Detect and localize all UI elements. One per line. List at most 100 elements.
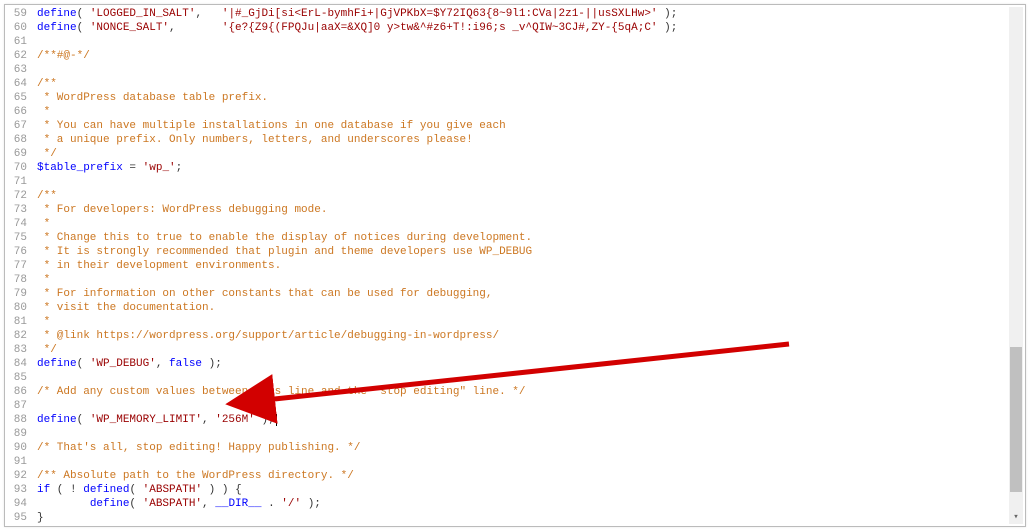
code-line[interactable]: * It is strongly recommended that plugin… (37, 245, 1021, 259)
code-line[interactable]: */ (37, 147, 1021, 161)
code-token: } (37, 512, 44, 524)
code-token: /* That's all, stop editing! Happy publi… (37, 442, 360, 454)
code-line[interactable]: * WordPress database table prefix. (37, 91, 1021, 105)
code-token: * For developers: WordPress debugging mo… (37, 204, 327, 216)
code-line[interactable]: /** (37, 77, 1021, 91)
code-token: ( (77, 414, 90, 426)
code-token: * It is strongly recommended that plugin… (37, 246, 532, 258)
code-token: define (37, 358, 77, 370)
code-token: false (169, 358, 202, 370)
line-number: 69 (9, 147, 27, 161)
code-line[interactable]: define( 'LOGGED_IN_SALT', '|#_GjDi[si<Er… (37, 7, 1021, 21)
scrollbar-track[interactable] (1009, 7, 1023, 510)
line-number: 76 (9, 245, 27, 259)
code-line[interactable]: /** Absolute path to the WordPress direc… (37, 469, 1021, 483)
code-line[interactable] (37, 371, 1021, 385)
code-token: define (37, 22, 77, 34)
code-line[interactable] (37, 525, 1021, 526)
code-line[interactable]: * You can have multiple installations in… (37, 119, 1021, 133)
code-token: * WordPress database table prefix. (37, 92, 268, 104)
line-number: 80 (9, 301, 27, 315)
code-line[interactable]: * (37, 217, 1021, 231)
line-number: 95 (9, 511, 27, 525)
code-line[interactable]: * Change this to true to enable the disp… (37, 231, 1021, 245)
code-line[interactable]: define( 'WP_DEBUG', false ); (37, 357, 1021, 371)
line-number: 84 (9, 357, 27, 371)
code-line[interactable]: define( 'NONCE_SALT', '{e?{Z9{(FPQJu|aaX… (37, 21, 1021, 35)
line-number: 62 (9, 49, 27, 63)
line-number: 79 (9, 287, 27, 301)
code-token: */ (37, 148, 57, 160)
code-line[interactable]: define( 'WP_MEMORY_LIMIT', '256M' ); (37, 413, 1021, 427)
line-number: 72 (9, 189, 27, 203)
code-line[interactable]: define( 'ABSPATH', __DIR__ . '/' ); (37, 497, 1021, 511)
code-token: * (37, 106, 50, 118)
code-line[interactable]: * in their development environments. (37, 259, 1021, 273)
code-line[interactable]: * a unique prefix. Only numbers, letters… (37, 133, 1021, 147)
code-token: * You can have multiple installations in… (37, 120, 506, 132)
scrollbar-thumb[interactable] (1010, 347, 1022, 492)
code-line[interactable] (37, 175, 1021, 189)
line-number: 68 (9, 133, 27, 147)
code-line[interactable] (37, 35, 1021, 49)
code-line[interactable]: * For information on other constants tha… (37, 287, 1021, 301)
code-token: 'wp_' (143, 162, 176, 174)
code-line[interactable]: /* Add any custom values between this li… (37, 385, 1021, 399)
code-line[interactable] (37, 399, 1021, 413)
code-line[interactable]: $table_prefix = 'wp_'; (37, 161, 1021, 175)
code-token: '|#_GjDi[si<ErL-bymhFi+|GjVPKbX=$Y72IQ63… (222, 8, 658, 20)
code-token: 'ABSPATH' (143, 484, 202, 496)
line-number: 94 (9, 497, 27, 511)
code-token: * (37, 316, 50, 328)
code-line[interactable]: * (37, 105, 1021, 119)
code-line[interactable]: /**#@-*/ (37, 49, 1021, 63)
code-token: ( (77, 358, 90, 370)
code-line[interactable]: /* That's all, stop editing! Happy publi… (37, 441, 1021, 455)
line-number: 89 (9, 427, 27, 441)
code-line[interactable]: if ( ! defined( 'ABSPATH' ) ) { (37, 483, 1021, 497)
code-line[interactable]: * For developers: WordPress debugging mo… (37, 203, 1021, 217)
line-number: 75 (9, 231, 27, 245)
line-number: 88 (9, 413, 27, 427)
code-token: 'NONCE_SALT' (90, 22, 169, 34)
code-token: * For information on other constants tha… (37, 288, 492, 300)
text-cursor (276, 414, 277, 426)
line-number: 71 (9, 175, 27, 189)
code-line[interactable]: * visit the documentation. (37, 301, 1021, 315)
code-editor[interactable]: 5960616263646566676869707172737475767778… (4, 4, 1026, 527)
code-token: define (37, 414, 77, 426)
code-line[interactable]: * (37, 315, 1021, 329)
code-token: ( (129, 484, 142, 496)
code-line[interactable] (37, 455, 1021, 469)
code-token: * in their development environments. (37, 260, 281, 272)
line-number: 63 (9, 63, 27, 77)
line-number: 96 (9, 525, 27, 526)
code-token: . (261, 498, 281, 510)
code-token: , (195, 8, 221, 20)
code-token: /**#@-*/ (37, 50, 90, 62)
code-line[interactable]: * @link https://wordpress.org/support/ar… (37, 329, 1021, 343)
code-line[interactable] (37, 63, 1021, 77)
code-line[interactable] (37, 427, 1021, 441)
code-token: , (156, 358, 169, 370)
code-line[interactable]: */ (37, 343, 1021, 357)
code-scroll-area[interactable]: 5960616263646566676869707172737475767778… (5, 5, 1025, 526)
code-line[interactable]: } (37, 511, 1021, 525)
code-token: __DIR__ (215, 498, 261, 510)
code-token: define (90, 498, 130, 510)
line-number: 66 (9, 105, 27, 119)
line-number: 60 (9, 21, 27, 35)
line-number: 87 (9, 399, 27, 413)
code-line[interactable]: * (37, 273, 1021, 287)
code-token: ; (176, 162, 183, 174)
code-token: = (123, 162, 143, 174)
code-token: ); (658, 22, 678, 34)
code-token: /** (37, 78, 57, 90)
code-line[interactable]: /** (37, 189, 1021, 203)
code-token: ( (77, 22, 90, 34)
code-lines[interactable]: define( 'LOGGED_IN_SALT', '|#_GjDi[si<Er… (33, 5, 1025, 526)
code-token: ( (77, 8, 90, 20)
line-number: 82 (9, 329, 27, 343)
code-token: ( ! (50, 484, 83, 496)
scrollbar-down-arrow-icon[interactable]: ▾ (1009, 510, 1023, 524)
